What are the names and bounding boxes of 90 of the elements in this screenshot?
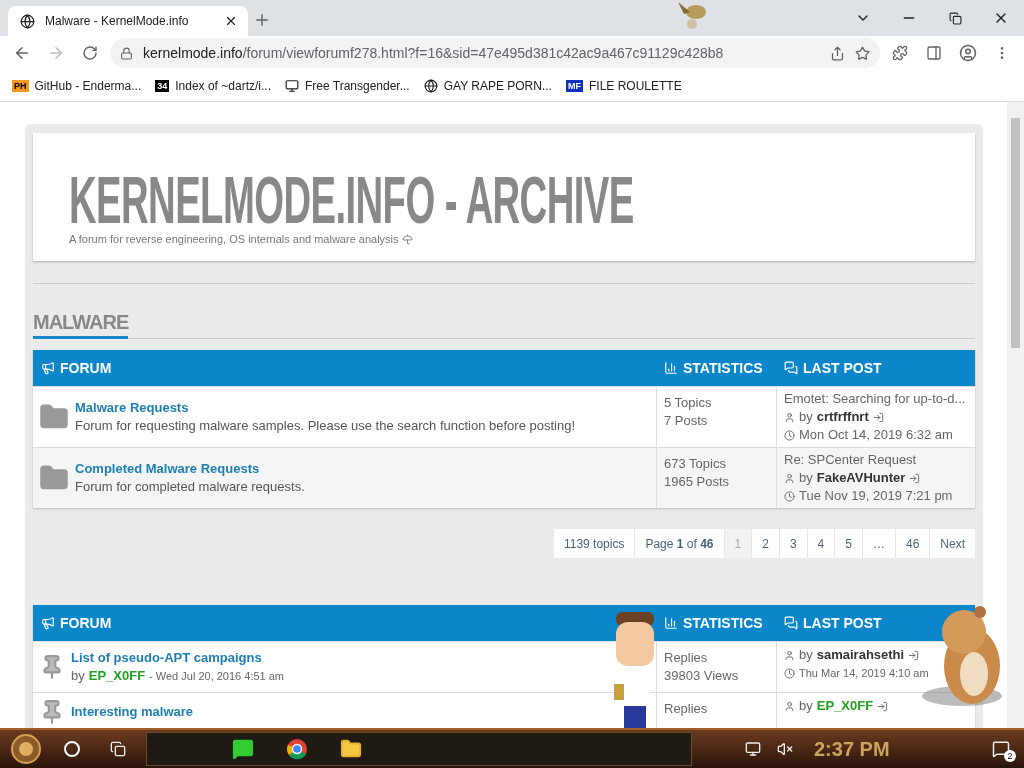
new-tab-icon[interactable] [253, 11, 271, 29]
column-heading: LAST POST [803, 615, 882, 631]
side-panel-icon[interactable] [926, 45, 942, 61]
column-heading: LAST POST [803, 360, 882, 376]
bookmark[interactable]: PH GitHub - Enderma... [12, 78, 142, 93]
last-post-link[interactable]: Re: SPCenter Request [784, 451, 917, 469]
go-to-post-icon[interactable] [877, 700, 889, 712]
clock-icon [784, 490, 795, 502]
post-count: 7 Posts [664, 412, 709, 430]
site-icon: PH [12, 79, 29, 92]
browser-tab[interactable]: Malware - KernelMode.info [8, 6, 248, 36]
forum-description: Forum for completed malware requests. [75, 478, 305, 496]
bookmark[interactable]: Free Transgender... [284, 78, 410, 93]
chat-icon [784, 616, 798, 630]
section-title: MALWARE [33, 310, 129, 339]
topic-count: 673 Topics [664, 455, 727, 473]
by-label: by [71, 667, 85, 685]
forum-description: Forum for requesting malware samples. Please use the search function before posting! [75, 417, 576, 435]
author-link[interactable]: EP_X0FF [816, 697, 874, 715]
author-link[interactable]: FakeAVHunter [816, 469, 906, 487]
chart-icon [664, 616, 678, 630]
bookmark[interactable]: 34 Index of ~dartz/i... [155, 78, 271, 93]
column-heading: STATISTICS [683, 615, 763, 631]
topic-link[interactable]: Interesting malware [71, 703, 194, 721]
by-label: by [799, 408, 813, 426]
notification-count: 2 [1004, 750, 1016, 762]
task-view-icon[interactable] [110, 741, 126, 757]
reply-count: Replies [664, 649, 709, 667]
scrollbar[interactable] [1007, 102, 1024, 728]
author-link[interactable]: EP_X0FF [88, 667, 146, 685]
globe-icon [423, 78, 438, 93]
chart-icon [664, 361, 678, 375]
notification-icon[interactable] [992, 740, 1010, 758]
post-time: - Wed Jul 20, 2016 4:51 am [149, 669, 285, 684]
post-time: Thu Mar 14, 2019 4:10 am [799, 666, 929, 681]
address-bar[interactable]: kernelmode.info/forum/viewforumf278.html?f=16&sid=47e495d381c42ac9a467c91129c428b8 [110, 38, 880, 68]
clock-icon [784, 667, 795, 679]
computer-icon [284, 78, 299, 93]
forum-link[interactable]: Completed Malware Requests [75, 460, 305, 478]
close-icon[interactable] [224, 14, 238, 28]
share-icon[interactable] [830, 45, 845, 61]
search-icon[interactable] [63, 740, 81, 758]
column-heading: STATISTICS [683, 360, 763, 376]
restore-icon[interactable] [948, 11, 962, 25]
site-tagline: A forum for reverse engineering, OS internals and malware analysis [69, 233, 399, 245]
go-to-post-icon[interactable] [908, 649, 920, 661]
lock-icon [120, 46, 133, 60]
tab-title: Malware - KernelMode.info [45, 14, 190, 28]
profile-icon[interactable] [959, 44, 977, 62]
post-time: Mon Oct 14, 2019 6:32 am [799, 426, 953, 444]
site-icon: MF [565, 79, 583, 92]
last-post-link[interactable]: Emotet: Searching for up-to-d... [784, 390, 966, 408]
chat-icon [784, 361, 798, 375]
by-label: by [799, 697, 813, 715]
topic-count: 5 Topics [664, 394, 713, 412]
column-heading: FORUM [60, 615, 112, 631]
user-icon [784, 700, 795, 712]
puzzle-icon[interactable] [892, 45, 908, 61]
by-label: by [799, 469, 813, 487]
go-to-post-icon[interactable] [872, 411, 884, 423]
reply-count: Replies [664, 700, 709, 718]
next-link[interactable]: Next [929, 529, 975, 558]
umbrella-icon [401, 233, 413, 245]
author-link[interactable]: crtfrffnrt [816, 408, 869, 426]
site-title: KERNELMODE.INFO - ARCHIVE [69, 169, 635, 231]
author-link[interactable]: samairahsethi [816, 646, 905, 664]
post-time: Tue Nov 19, 2019 7:21 pm [799, 487, 953, 505]
by-label: by [799, 646, 813, 664]
go-to-post-icon[interactable] [909, 472, 921, 484]
globe-icon [20, 13, 35, 29]
bookmark[interactable]: MF FILE ROULETTE [565, 78, 682, 93]
star-icon[interactable] [855, 45, 870, 61]
clock-icon [784, 429, 795, 441]
back-icon[interactable] [13, 44, 31, 62]
reload-icon[interactable] [82, 45, 98, 61]
taskbar-clock[interactable]: 2:37 PM [814, 737, 890, 761]
megaphone-icon [41, 616, 55, 630]
forum-link[interactable]: Malware Requests [75, 399, 576, 417]
view-count: 39803 Views [664, 667, 740, 685]
post-count: 1965 Posts [664, 473, 731, 491]
column-heading: FORUM [60, 360, 112, 376]
user-icon [784, 411, 795, 423]
user-icon [784, 649, 795, 661]
topic-link[interactable]: List of pseudo-APT campaigns [71, 649, 285, 667]
megaphone-icon [41, 361, 55, 375]
url-text: kernelmode.info/forum/viewforumf278.html?f=16&sid=47e495d381c42ac9a467c91129c428b8 [143, 45, 725, 61]
start-button[interactable] [8, 733, 44, 765]
user-icon [784, 472, 795, 484]
bookmark[interactable]: GAY RAPE PORN... [423, 78, 552, 93]
site-icon: 34 [155, 79, 170, 92]
